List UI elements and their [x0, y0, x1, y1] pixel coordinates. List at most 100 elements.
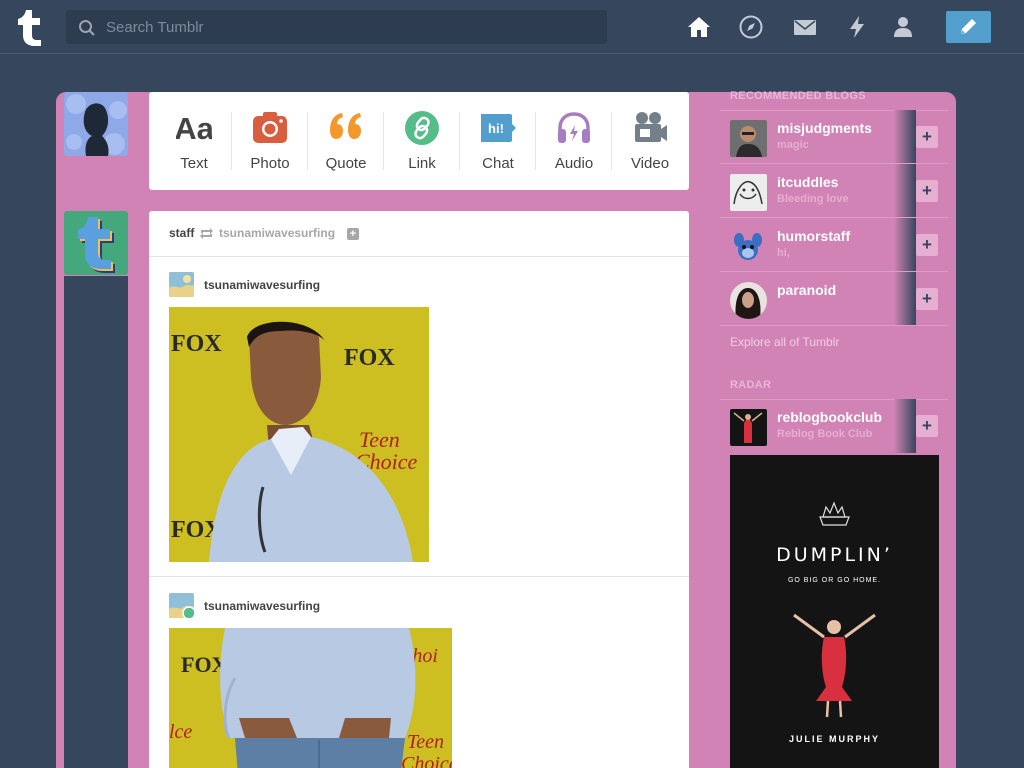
blog-avatar-image — [730, 120, 767, 157]
follow-source-button[interactable]: + — [347, 228, 359, 240]
svg-text:FOX: FOX — [171, 331, 222, 357]
source-blog-name[interactable]: tsunamiwavesurfing — [219, 226, 335, 240]
blog-avatar[interactable] — [730, 120, 767, 157]
book-cover-art — [793, 501, 876, 718]
lightning-icon[interactable] — [844, 14, 870, 40]
blog-name[interactable]: humorstaff — [777, 228, 850, 244]
post-type-label: Audio — [554, 155, 594, 172]
post-type-label: Text — [180, 155, 208, 172]
blog-fade — [894, 272, 916, 326]
book-author: JULIE MURPHY — [788, 734, 880, 744]
entry-blog-name[interactable]: tsunamiwavesurfing — [204, 278, 320, 292]
divider — [720, 325, 948, 326]
post-type-text[interactable]: Aa Text — [156, 92, 232, 190]
post-type-quote[interactable]: Quote — [308, 92, 384, 190]
recommended-blog[interactable]: itcuddles Bleeding love + — [720, 164, 948, 218]
text-aa-icon: Aa — [176, 111, 212, 146]
blog-avatar[interactable] — [730, 282, 767, 319]
recommended-blogs-heading: RECOMMENDED BLOGS — [730, 90, 866, 102]
compose-button[interactable] — [946, 11, 991, 43]
blog-fade — [894, 164, 916, 218]
chat-icon: hi! — [481, 114, 516, 142]
blog-name[interactable]: reblogbookclub — [777, 409, 882, 425]
post-type-label: Quote — [325, 155, 367, 172]
blog-avatar-image — [730, 228, 767, 265]
blog-name[interactable]: itcuddles — [777, 174, 838, 190]
post-type-label: Link — [408, 155, 436, 172]
blog-name[interactable]: paranoid — [777, 282, 836, 298]
blog-fade — [894, 399, 916, 453]
quote-icon — [330, 113, 361, 139]
svg-text:Choice: Choice — [401, 753, 452, 768]
radar-heading: RADAR — [730, 379, 772, 391]
reblog-icon — [200, 228, 213, 239]
blog-subtitle: Bleeding love — [777, 193, 849, 205]
follow-button[interactable]: + — [916, 288, 938, 310]
blog-avatar-icon — [169, 593, 194, 618]
camera-icon — [253, 112, 287, 143]
tumblr-logo-icon[interactable] — [16, 8, 50, 46]
explore-link[interactable]: Explore all of Tumblr — [730, 335, 839, 349]
top-navigation-bar — [0, 0, 1024, 54]
recommended-blog[interactable]: paranoid + — [720, 272, 948, 326]
entry-avatar[interactable] — [169, 272, 194, 297]
post-type-video[interactable]: Video — [612, 92, 688, 190]
entry-blog-name[interactable]: tsunamiwavesurfing — [204, 599, 320, 613]
reblogger-name[interactable]: staff — [169, 226, 194, 240]
post-type-label: Photo — [250, 155, 290, 172]
post-avatar-column — [64, 276, 128, 768]
follow-button[interactable]: + — [916, 234, 938, 256]
blog-avatar[interactable] — [730, 409, 767, 446]
recommended-blog[interactable]: humorstaff hi, + — [720, 218, 948, 272]
blog-name[interactable]: misjudgments — [777, 120, 872, 136]
blog-subtitle: Reblog Book Club — [777, 428, 873, 440]
post-type-photo[interactable]: Photo — [232, 92, 308, 190]
home-icon[interactable] — [686, 14, 712, 40]
tumblr-t-avatar-icon — [78, 217, 115, 273]
post-type-link[interactable]: Link — [384, 92, 460, 190]
post-type-chat[interactable]: hi! Chat — [460, 92, 536, 190]
blog-avatar-image — [730, 174, 767, 211]
blog-avatar[interactable] — [730, 174, 767, 211]
svg-text:hi!: hi! — [488, 121, 504, 136]
svg-text:Teen: Teen — [407, 731, 444, 753]
search-input[interactable] — [106, 10, 596, 44]
book-tagline: GO BIG OR GO HOME. — [787, 577, 882, 584]
search-bar[interactable] — [66, 10, 607, 44]
headphones-icon — [558, 112, 590, 143]
pencil-icon — [961, 19, 976, 34]
link-icon — [405, 111, 439, 145]
follow-button[interactable]: + — [916, 126, 938, 148]
follow-button[interactable]: + — [916, 180, 938, 202]
post-photo[interactable]: FOX FOX FOX Teen Choice — [169, 307, 429, 562]
user-avatar[interactable] — [64, 92, 128, 156]
blog-subtitle: magic — [777, 139, 809, 151]
photo-image: FOX FOX FOX Teen Choice — [169, 307, 429, 562]
reblog-post: staff tsunamiwavesurfing + tsunamiwavesu… — [149, 211, 689, 768]
post-type-audio[interactable]: Audio — [536, 92, 612, 190]
post-type-bar: Aa Text Photo Quote Link hi! Chat Audio … — [149, 92, 689, 190]
recommended-blog[interactable]: misjudgments magic + — [720, 110, 948, 164]
entry-avatar[interactable] — [169, 593, 194, 618]
follow-button[interactable]: + — [916, 415, 938, 437]
blog-fade — [894, 218, 916, 272]
post-type-label: Chat — [482, 155, 514, 172]
search-icon — [79, 20, 95, 36]
radar-blog[interactable]: reblogbookclub Reblog Book Club + — [720, 399, 948, 453]
photo-image: FOX Choi Teen Choice lce — [169, 628, 452, 768]
post-header: staff tsunamiwavesurfing + — [149, 211, 689, 257]
mail-icon[interactable] — [792, 14, 818, 40]
blog-subtitle: hi, — [777, 247, 790, 259]
svg-text:Aa: Aa — [176, 111, 212, 146]
post-type-label: Video — [630, 155, 670, 172]
blog-avatar-image — [730, 282, 767, 319]
compass-icon[interactable] — [738, 14, 764, 40]
post-photo[interactable]: FOX Choi Teen Choice lce — [169, 628, 452, 768]
staff-avatar[interactable] — [64, 211, 128, 275]
book-title: DUMPLIN’ — [776, 544, 893, 566]
blog-avatar[interactable] — [730, 228, 767, 265]
video-camera-icon — [635, 112, 667, 142]
svg-text:lce: lce — [169, 721, 192, 743]
account-icon[interactable] — [890, 14, 916, 40]
radar-book-image[interactable]: DUMPLIN’ GO BIG OR GO HOME. JULIE MURPHY — [730, 455, 939, 768]
